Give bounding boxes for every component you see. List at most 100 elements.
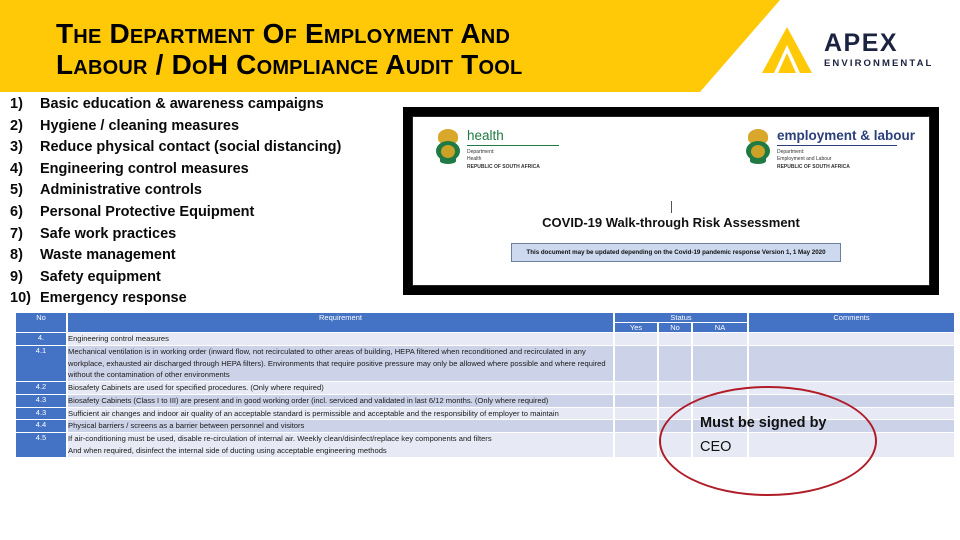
health-department-logo: health Department: Health REPUBLIC OF SO… <box>435 129 559 171</box>
col-header-comments: Comments <box>749 313 955 332</box>
list-item: 1) Basic education & awareness campaigns <box>10 96 400 118</box>
row-status-yes[interactable] <box>615 345 657 382</box>
logo-rule <box>776 144 897 146</box>
annotation-line1: Must be signed by <box>700 415 827 431</box>
row-requirement: Physical barriers / screens as a barrier… <box>68 420 613 433</box>
list-item-number: 9) <box>10 268 23 285</box>
row-number: 4.3 <box>16 407 66 420</box>
list-item-number: 6) <box>10 203 23 220</box>
list-item-number: 10) <box>10 290 31 307</box>
list-item-label: Hygiene / cleaning measures <box>40 117 240 134</box>
document-version-note: This document may be updated depending o… <box>511 243 841 263</box>
row-status-yes[interactable] <box>615 382 657 394</box>
table-header-row: No Requirement Status Comments <box>16 313 955 332</box>
row-number: 4. <box>16 333 66 345</box>
col-header-requirement: Requirement <box>68 313 613 332</box>
annotation-line2: CEO <box>700 439 732 455</box>
list-item-label: Basic education & awareness campaigns <box>40 96 324 112</box>
col-header-no-status: No <box>659 323 691 332</box>
list-item-label: Engineering control measures <box>40 160 249 177</box>
logo-rule <box>467 144 559 146</box>
list-item: 8) Waste management <box>10 247 400 269</box>
header-banner: The Department of Employment and Labour … <box>0 0 960 92</box>
row-requirement: If air-conditioning must be used, disabl… <box>68 433 613 457</box>
table-row[interactable]: 4.5 If air-conditioning must be used, di… <box>16 433 955 457</box>
document-caret <box>671 201 672 213</box>
row-status-no[interactable] <box>659 345 691 382</box>
row-requirement: Sufficient air changes and indoor air qu… <box>68 407 613 420</box>
row-status-no[interactable] <box>659 407 691 420</box>
row-status-na[interactable] <box>693 333 748 345</box>
row-status-na[interactable] <box>693 394 748 407</box>
document-title: COVID-19 Walk-through Risk Assessment <box>542 215 800 230</box>
row-status-yes[interactable] <box>615 420 657 433</box>
row-status-yes[interactable] <box>615 394 657 407</box>
row-number: 4.3 <box>16 394 66 407</box>
health-logo-dept1: Department: <box>467 148 495 155</box>
apex-logo-text: APEX ENVIRONMENTAL <box>824 31 933 69</box>
list-item-label: Reduce physical contact (social distanci… <box>40 139 342 156</box>
list-item-label: Emergency response <box>40 290 187 307</box>
health-logo-dept2: Health <box>467 156 482 162</box>
row-status-no[interactable] <box>659 394 691 407</box>
health-logo-country: REPUBLIC OF SOUTH AFRICA <box>467 163 540 170</box>
apex-logo: APEX ENVIRONMENTAL <box>760 22 952 78</box>
page-title: The Department of Employment and Labour … <box>56 18 736 81</box>
compliance-audit-table: No Requirement Status Comments Yes No NA… <box>14 312 956 458</box>
list-item: 4) Engineering control measures <box>10 161 400 183</box>
row-status-yes[interactable] <box>615 333 657 345</box>
row-status-no[interactable] <box>659 433 691 457</box>
list-item: 9) Safety equipment <box>10 269 400 291</box>
labour-logo-word: employment & labour <box>776 128 915 143</box>
list-item-label: Safe work practices <box>40 225 177 242</box>
row-number: 4.5 <box>16 433 66 457</box>
list-item: 5) Administrative controls <box>10 182 400 204</box>
row-requirement: Mechanical ventilation is in working ord… <box>68 345 613 382</box>
row-status-yes[interactable] <box>615 407 657 420</box>
row-comments[interactable] <box>749 433 955 457</box>
list-item-number: 8) <box>10 247 23 264</box>
apex-logo-subtitle: ENVIRONMENTAL <box>824 58 934 70</box>
list-item-label: Safety equipment <box>40 268 161 285</box>
table-row[interactable]: 4. Engineering control measures <box>16 333 955 345</box>
labour-logo-dept1: Department: <box>776 148 805 155</box>
document-screenshot: health Department: Health REPUBLIC OF SO… <box>403 107 939 295</box>
list-item-number: 4) <box>10 160 23 177</box>
list-item: 2) Hygiene / cleaning measures <box>10 118 400 140</box>
row-number: 4.4 <box>16 420 66 433</box>
col-header-no: No <box>16 313 66 332</box>
row-status-no[interactable] <box>659 382 691 394</box>
health-logo-word: health <box>467 128 504 143</box>
row-status-no[interactable] <box>659 420 691 433</box>
row-comments[interactable] <box>749 382 955 394</box>
col-header-status: Status <box>615 313 748 322</box>
list-item-label: Administrative controls <box>40 182 202 199</box>
row-status-na[interactable] <box>693 345 748 382</box>
employment-labour-logo: employment & labour Department: Employme… <box>745 129 915 171</box>
apex-logo-name: APEX <box>824 29 899 58</box>
row-status-na[interactable] <box>693 382 748 394</box>
labour-logo-country: REPUBLIC OF SOUTH AFRICA <box>776 163 850 170</box>
row-comments[interactable] <box>749 333 955 345</box>
apex-triangle-icon <box>760 25 814 75</box>
row-status-yes[interactable] <box>615 433 657 457</box>
list-item-number: 2) <box>10 117 23 134</box>
list-item: 6) Personal Protective Equipment <box>10 204 400 226</box>
row-number: 4.2 <box>16 382 66 394</box>
list-item-number: 3) <box>10 139 23 156</box>
row-number: 4.1 <box>16 345 66 382</box>
col-header-yes: Yes <box>615 323 657 332</box>
page-title-line2: Labour / DoH Compliance Audit Tool <box>56 49 523 81</box>
row-comments[interactable] <box>749 345 955 382</box>
row-comments[interactable] <box>749 394 955 407</box>
list-item-label: Personal Protective Equipment <box>40 203 255 220</box>
table-row[interactable]: 4.1 Mechanical ventilation is in working… <box>16 345 955 382</box>
list-item-number: 7) <box>10 225 23 242</box>
table-row[interactable]: 4.3 Biosafety Cabinets (Class I to III) … <box>16 394 955 407</box>
list-item-number: 1) <box>10 96 23 112</box>
table-row[interactable]: 4.2 Biosafety Cabinets are used for spec… <box>16 382 955 394</box>
row-status-no[interactable] <box>659 333 691 345</box>
south-africa-coat-of-arms-icon <box>745 129 771 165</box>
list-item: 10) Emergency response <box>10 290 400 312</box>
page-title-line1: The Department of Employment and <box>56 18 511 49</box>
